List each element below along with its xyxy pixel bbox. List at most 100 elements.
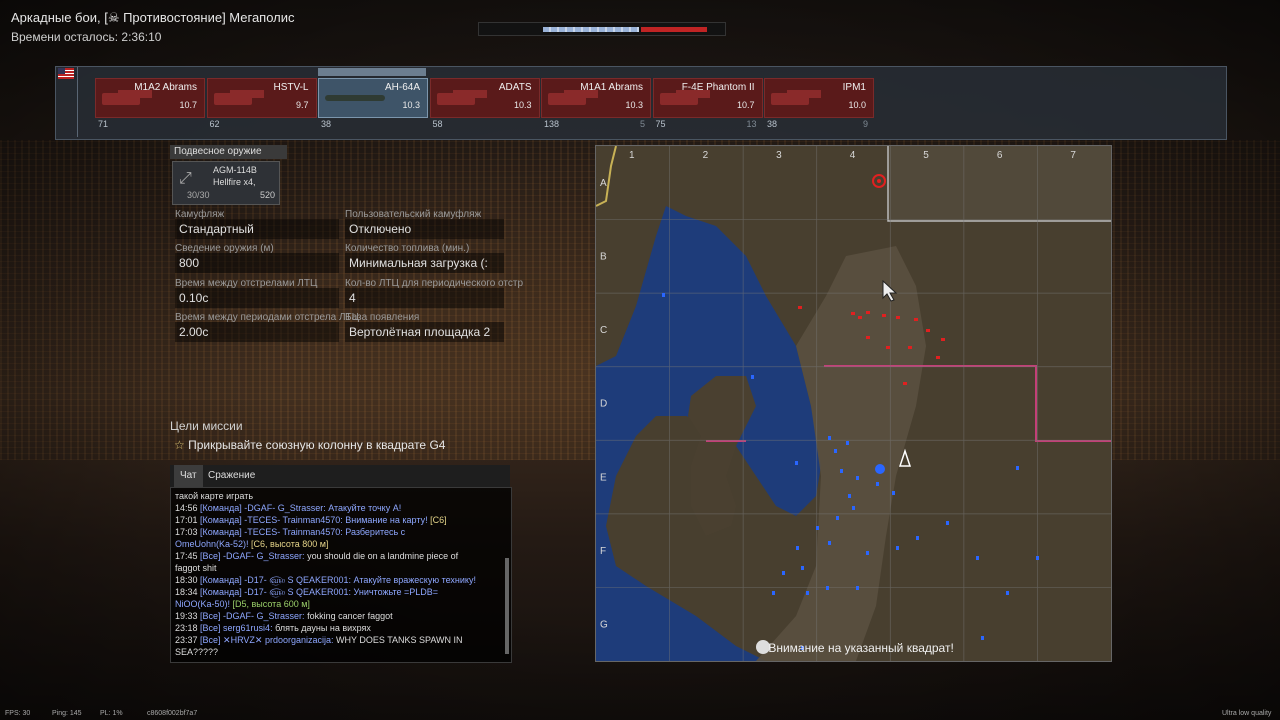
weapon-desc: Hellfire x4,: [213, 177, 256, 187]
vehicle-footer: 75 13: [653, 118, 761, 132]
enemy-unit: [908, 346, 912, 349]
chat-segment: 18:30: [175, 575, 201, 585]
chat-scrollbar[interactable]: [505, 558, 509, 654]
tab-battle[interactable]: Сражение: [202, 465, 261, 487]
enemy-unit: [858, 316, 862, 319]
ally-unit: [834, 449, 837, 453]
chat-log[interactable]: такой карте играть 14:56 [Команда] -DGAF-…: [170, 487, 512, 663]
chat-segment: fokking cancer faggot: [307, 611, 393, 621]
ally-unit: [896, 546, 899, 550]
mission-title: Аркадные бои, [☠ Противостояние] Мегапол…: [11, 10, 295, 25]
enemy-unit: [866, 336, 870, 339]
chat-tabs: Чат Сражение: [170, 465, 510, 487]
vehicle-slot[interactable]: IPM1 10.0 38 9: [764, 78, 874, 132]
lineup-divider: [77, 67, 78, 137]
vehicle-footer: 38: [318, 118, 426, 132]
chat-segment: [Команда] -TECES- Trainman4570: Внимание…: [200, 515, 431, 525]
enemy-unit: [886, 346, 890, 349]
chat-segment: [C6]: [430, 515, 447, 525]
map-column-label: 4: [850, 150, 856, 161]
tab-chat[interactable]: Чат: [174, 465, 203, 487]
chat-segment: такой карте играть: [175, 491, 254, 501]
ally-unit: [848, 494, 851, 498]
enemy-score: [641, 27, 707, 32]
vehicle-slot[interactable]: ADATS 10.3 58: [429, 78, 540, 132]
vehicle-footer: 58: [430, 118, 538, 132]
battle-rating: 10.7: [736, 100, 755, 110]
ally-unit: [782, 571, 785, 575]
map-row-label: C: [600, 325, 607, 336]
flare-interval-select[interactable]: 0.10с: [175, 288, 339, 308]
vehicle-name: AH-64A: [384, 82, 420, 93]
vehicle-footer: 71: [95, 118, 203, 132]
chat-message: 19:33 [Все] -DGAF- G_Strasser: fokking c…: [175, 610, 500, 622]
ally-unit: [751, 375, 754, 379]
chat-message: SEA?????: [175, 646, 500, 658]
ally-unit: [846, 441, 849, 445]
time-remaining: Времени осталось: 2:36:10: [11, 30, 161, 44]
ally-unit: [772, 591, 775, 595]
map-column-label: 5: [923, 150, 929, 161]
tactical-map[interactable]: 1 2 3 4 5 6 7 A B C D E F G: [595, 145, 1112, 662]
map-row-label: E: [600, 472, 607, 483]
chat-segment: [Команда] -D17- ௵ S QEAKER001: Уничтожьт…: [200, 587, 439, 597]
battle-rating: 10.3: [402, 100, 420, 110]
vehicle-slot[interactable]: M1A2 Abrams 10.7 71: [95, 78, 205, 132]
loadout-section-title: Подвесное оружие: [170, 145, 287, 159]
chat-segment: 19:33: [175, 611, 201, 621]
map-row-label: A: [600, 178, 607, 189]
ally-unit: [856, 476, 859, 480]
map-row-label: F: [600, 546, 606, 557]
vehicle-footer: 38 9: [764, 118, 872, 132]
chat-segment: you should die on a landmine piece of: [307, 551, 459, 561]
chat-segment: [Команда] -DGAF- G_Strasser: Атакуйте то…: [200, 503, 402, 513]
vehicle-stat: 71: [98, 119, 109, 129]
camo-select[interactable]: Стандартный: [175, 219, 339, 239]
vehicle-footer: 62: [207, 118, 315, 132]
ally-unit: [1036, 556, 1039, 560]
vehicle-slot[interactable]: M1A1 Abrams 10.3 138 5: [541, 78, 651, 132]
vehicle-stat-right: 13: [746, 119, 757, 129]
fuel-select[interactable]: Минимальная загрузка (:: [345, 253, 504, 273]
chat-message: faggot shit: [175, 562, 500, 574]
ally-unit: [946, 521, 949, 525]
enemy-unit: [866, 311, 870, 314]
vehicle-slot[interactable]: HSTV-L 9.7 62: [206, 78, 317, 132]
ally-unit: [876, 482, 879, 486]
spawn-select[interactable]: Вертолётная площадка 2: [345, 322, 504, 342]
vehicle-slot[interactable]: F-4E Phantom II 10.7 75 13: [652, 78, 763, 132]
chat-message: OmeUohn(Ka-52)! [C6, высота 800 м]: [175, 538, 500, 550]
flare-count-select[interactable]: 4: [345, 288, 504, 308]
timer-value: 2:36:10: [121, 30, 162, 44]
chat-lines: такой карте играть 14:56 [Команда] -DGAF-…: [175, 490, 500, 658]
enemy-unit: [851, 312, 855, 315]
chat-segment: 23:18: [175, 623, 201, 633]
chat-segment: NiOO(Ka-50)!: [175, 599, 233, 609]
flare-period-select[interactable]: 2.00с: [175, 322, 339, 342]
ally-unit: [1016, 466, 1019, 470]
ally-unit: [806, 591, 809, 595]
mission-objectives-title: Цели миссии: [170, 419, 243, 433]
ally-unit: [981, 636, 984, 640]
chat-segment: блять дауны на вихрях: [275, 623, 371, 633]
ally-unit: [892, 491, 895, 495]
chat-segment: [Все] serg61rusi4:: [200, 623, 276, 633]
map-column-label: 7: [1070, 150, 1076, 161]
vehicle-stat-right: 9: [862, 119, 868, 129]
vehicle-slot[interactable]: AH-64A 10.3 38: [318, 68, 428, 132]
user-camo-select[interactable]: Отключено: [345, 219, 504, 239]
convergence-select[interactable]: 800: [175, 253, 339, 273]
chat-message: 14:56 [Команда] -DGAF- G_Strasser: Атаку…: [175, 502, 500, 514]
vehicle-stat: 38: [767, 119, 778, 129]
vehicle-name: M1A1 Abrams: [580, 82, 643, 93]
chat-message: 18:34 [Команда] -D17- ௵ S QEAKER001: Уни…: [175, 586, 500, 598]
selected-indicator: [318, 68, 426, 76]
chat-segment: [D5, высота 600 м]: [232, 599, 310, 609]
map-row-label: D: [600, 399, 607, 410]
vehicle-name: F-4E Phantom II: [681, 82, 755, 93]
weapon-slot[interactable]: ⤢ AGM-114B Hellfire x4, 30/30 520: [172, 161, 280, 205]
chat-segment: 14:56: [175, 503, 201, 513]
ping-counter: Ping: 145: [52, 710, 82, 717]
chat-segment: OmeUohn(Ka-52)!: [175, 539, 252, 549]
ally-unit: [816, 526, 819, 530]
